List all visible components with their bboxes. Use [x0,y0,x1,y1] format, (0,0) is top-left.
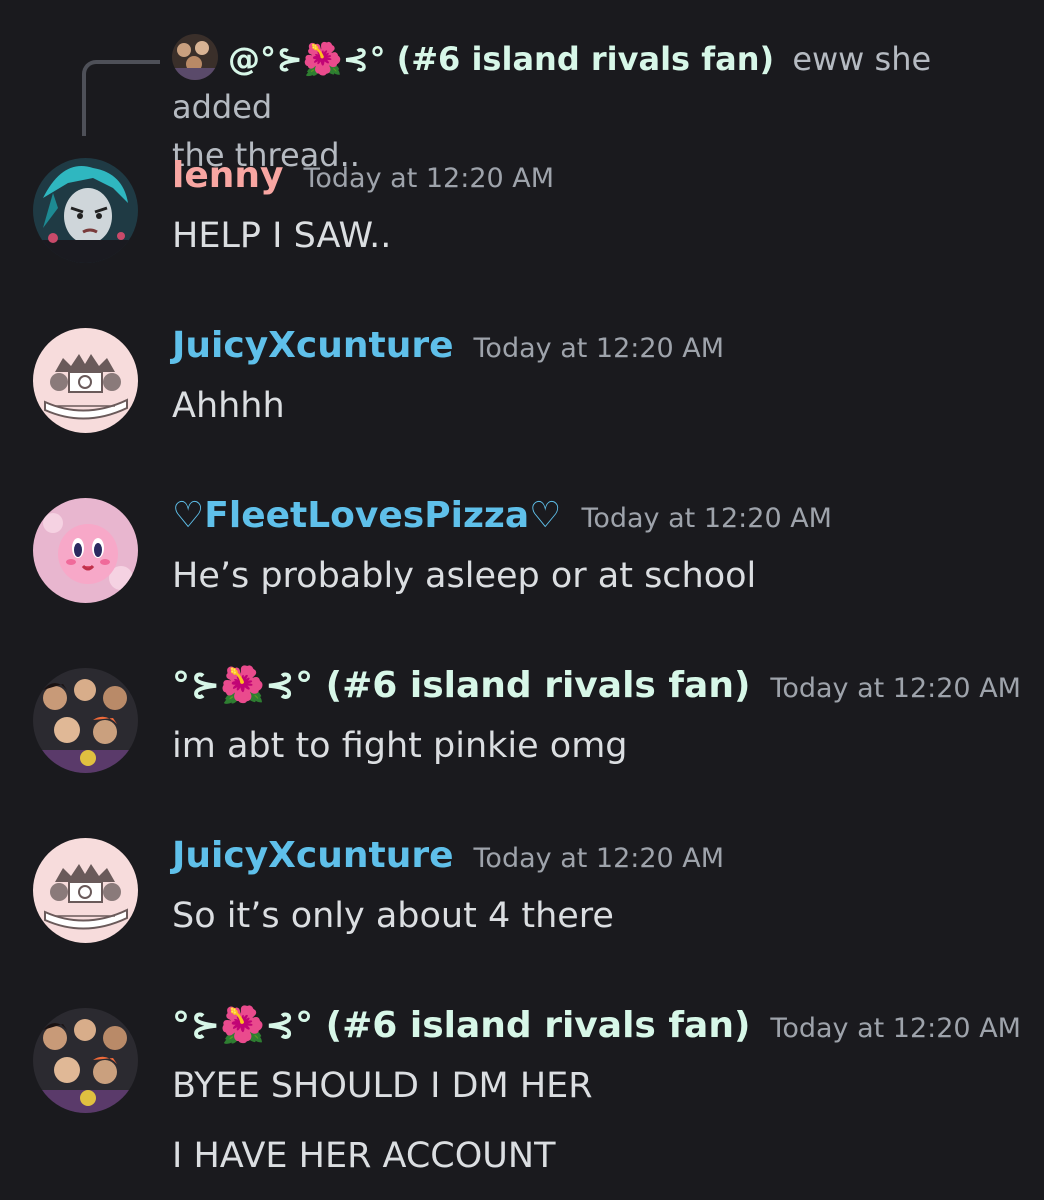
avatar[interactable] [33,838,138,943]
author-name[interactable]: lenny [172,155,283,196]
message-text: He’s probably asleep or at school [172,556,757,596]
reply-connector-line [82,60,160,136]
message-text: Ahhhh [172,386,285,426]
author-name[interactable]: ♡FleetLovesPizza♡ [172,495,561,536]
message-text: BYEE SHOULD I DM HER [172,1066,593,1106]
avatar[interactable] [33,158,138,263]
timestamp: Today at 12:20 AM [581,503,832,534]
avatar[interactable] [33,668,138,773]
avatar[interactable] [33,498,138,603]
author-name[interactable]: JuicyXcunture [172,325,454,366]
author-name[interactable]: °⊱🌺⊰° (#6 island rivals fan) [172,665,750,706]
reply-author-name[interactable]: @°⊱🌺⊰° (#6 island rivals fan) [228,40,774,78]
message-text: So it’s only about 4 there [172,896,614,936]
author-name[interactable]: JuicyXcunture [172,835,454,876]
timestamp: Today at 12:20 AM [473,333,725,364]
avatar[interactable] [33,328,138,433]
message-text: HELP I SAW.. [172,216,392,256]
message-text: I HAVE HER ACCOUNT [172,1136,556,1176]
timestamp: Today at 12:20 AM [770,673,1021,704]
message-text: im abt to fight pinkie omg [172,726,628,766]
author-name[interactable]: °⊱🌺⊰° (#6 island rivals fan) [172,1005,750,1046]
timestamp: Today at 12:20 AM [473,843,725,874]
timestamp: Today at 12:20 AM [770,1013,1021,1044]
timestamp: Today at 12:20 AM [303,163,555,194]
reply-avatar [172,34,218,80]
avatar[interactable] [33,1008,138,1113]
